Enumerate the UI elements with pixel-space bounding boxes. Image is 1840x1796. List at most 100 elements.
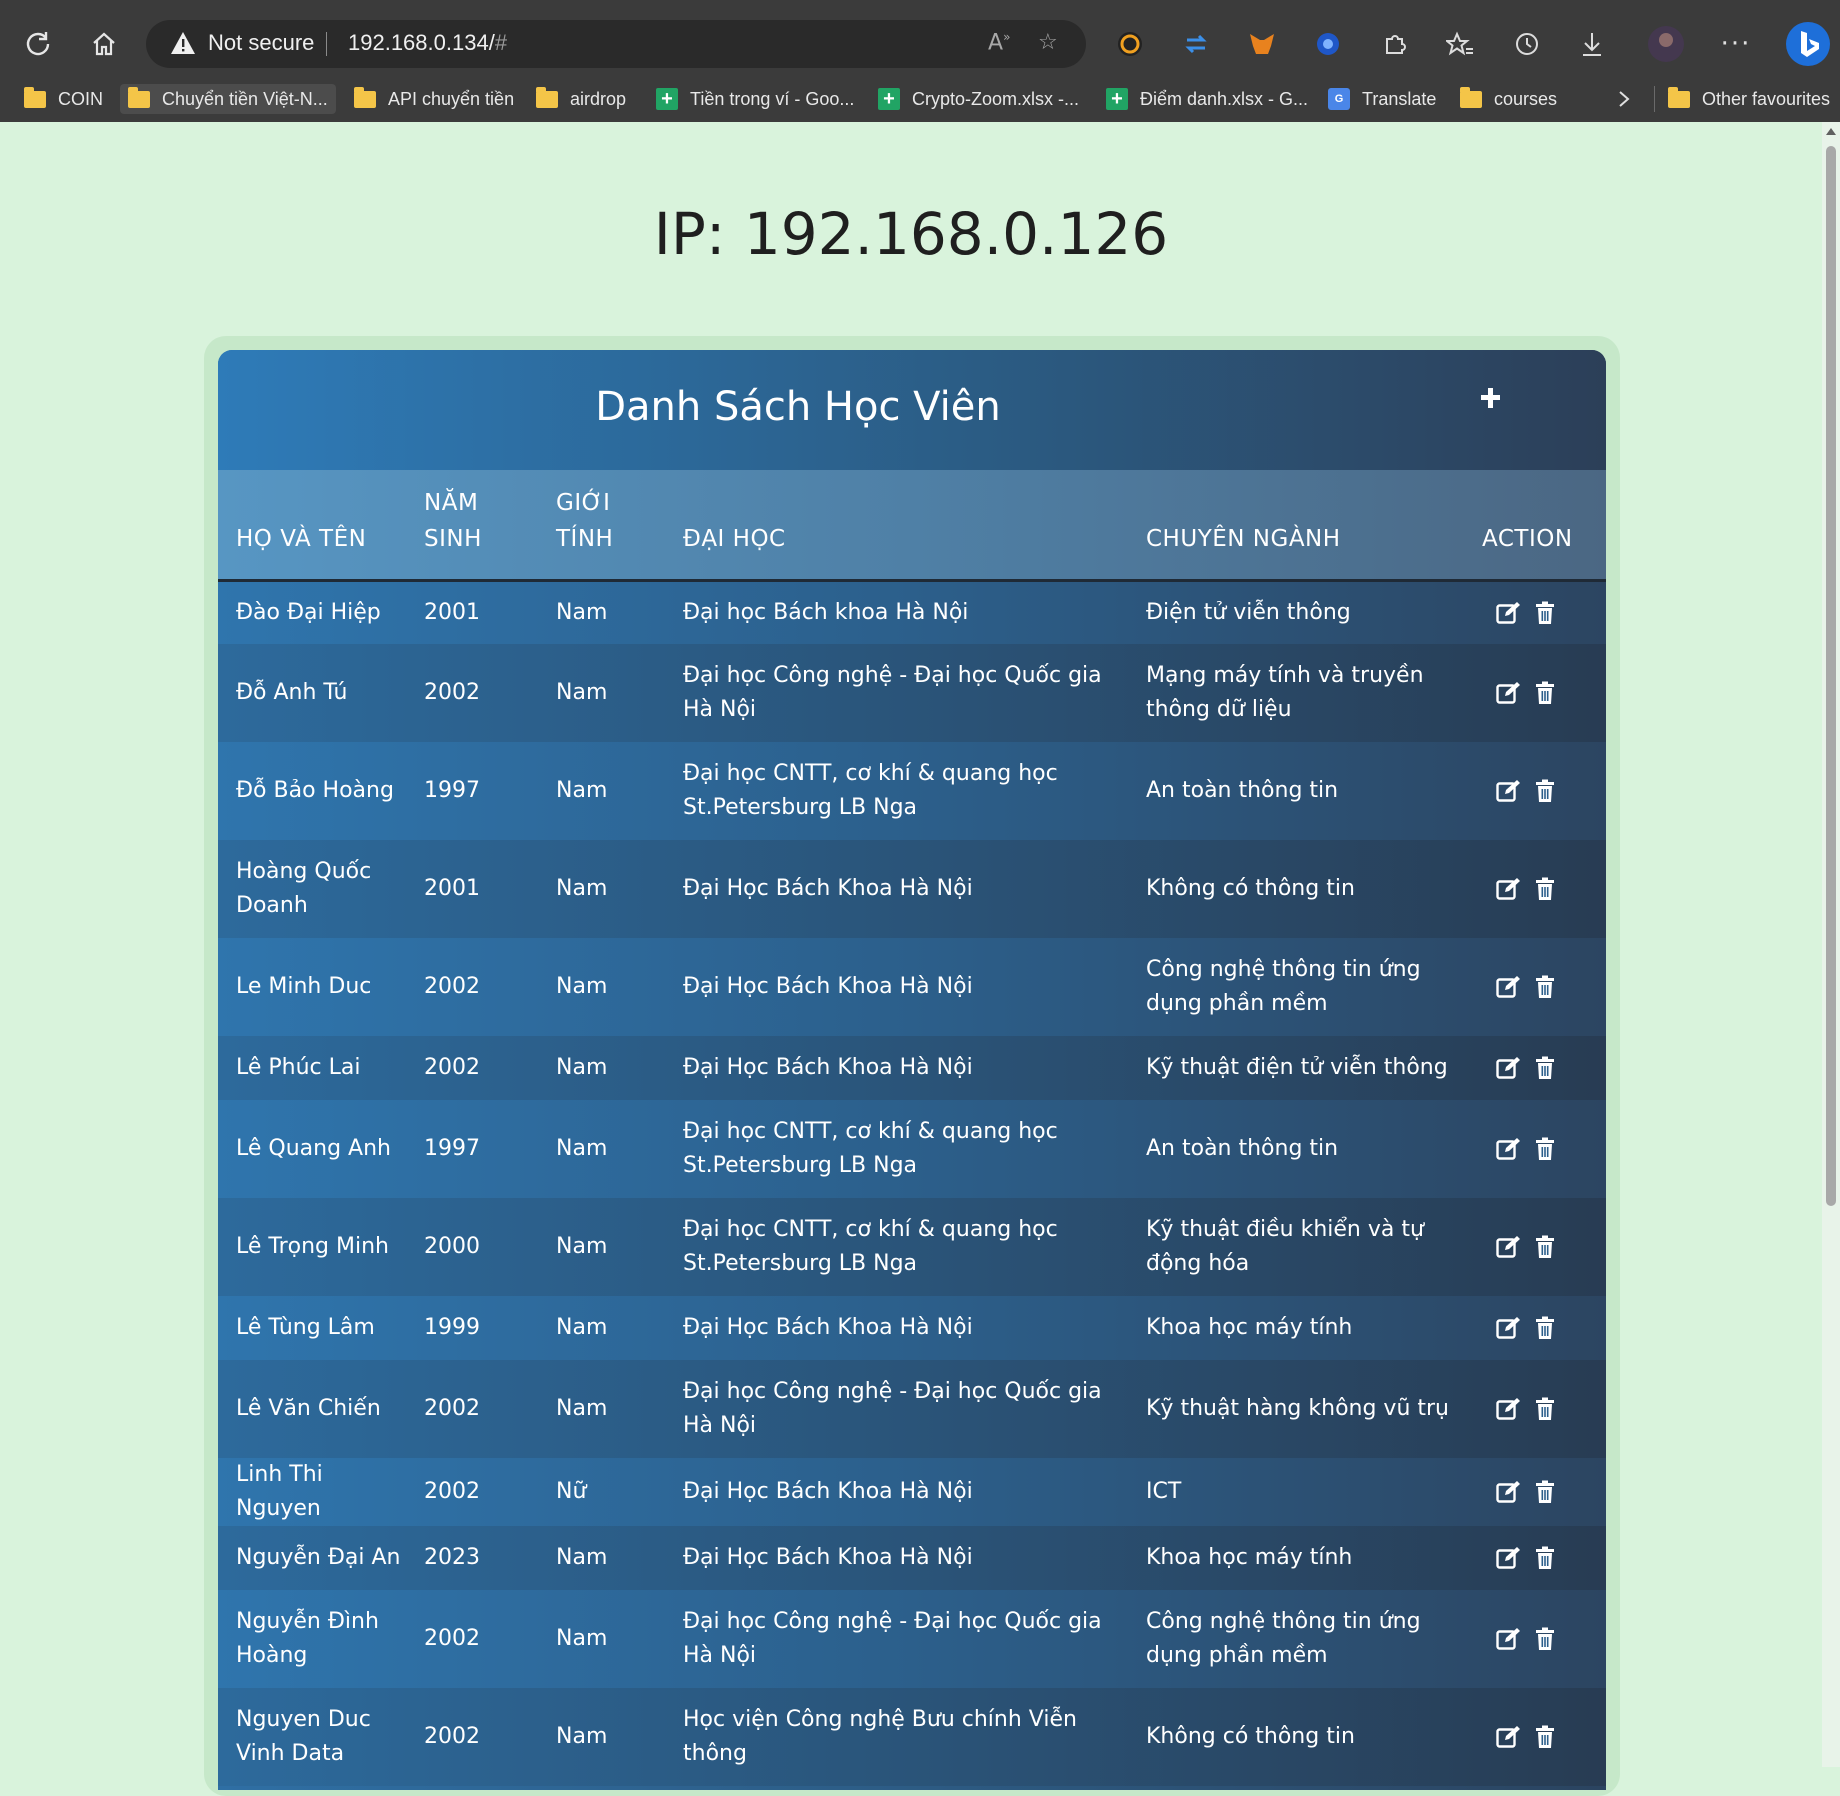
trash-icon[interactable] <box>1532 1480 1558 1504</box>
cell-university: Đại học CNTT, cơ khí & quang học St.Pete… <box>665 1100 1128 1198</box>
trash-icon[interactable] <box>1532 1056 1558 1080</box>
edit-icon[interactable] <box>1496 1235 1522 1259</box>
trash-icon[interactable] <box>1532 1397 1558 1421</box>
edit-icon[interactable] <box>1496 1056 1522 1080</box>
cell-name: Lê Phúc Lai <box>218 1036 406 1100</box>
header-name[interactable]: HỌ VÀ TÊN <box>218 470 406 582</box>
cell-name: Lê Trọng Minh <box>218 1198 406 1296</box>
page-scrollbar[interactable] <box>1822 122 1840 1767</box>
metamask-icon[interactable] <box>1242 24 1282 64</box>
trash-icon[interactable] <box>1532 1235 1558 1259</box>
header-year[interactable]: NĂM SINH <box>406 470 538 582</box>
student-name: Lê Trọng Minh <box>236 1234 389 1259</box>
edit-icon[interactable] <box>1496 1546 1522 1570</box>
header-gender[interactable]: GIỚI TÍNH <box>538 470 665 582</box>
university: Đại học CNTT, cơ khí & quang học St.Pete… <box>683 761 1058 820</box>
address-divider <box>326 32 327 56</box>
extensions-icon[interactable] <box>1374 24 1414 64</box>
edit-icon[interactable] <box>1496 1480 1522 1504</box>
bookmark-diem-danh[interactable]: + Điểm danh.xlsx - G... <box>1106 84 1308 114</box>
trash-icon[interactable] <box>1532 1627 1558 1651</box>
trash-icon[interactable] <box>1532 1316 1558 1340</box>
trash-icon[interactable] <box>1532 1137 1558 1161</box>
gender: Nam <box>556 1545 608 1570</box>
edit-icon[interactable] <box>1496 601 1522 625</box>
edit-icon[interactable] <box>1496 1397 1522 1421</box>
favorites-icon[interactable] <box>1440 24 1480 64</box>
bookmark-tien-trong-vi[interactable]: + Tiền trong ví - Goo... <box>656 84 854 114</box>
student-name: Linh Thi Nguyen <box>236 1462 323 1521</box>
bookmark-translate[interactable]: G Translate <box>1328 84 1436 114</box>
bookmark-crypto-zoom[interactable]: + Crypto-Zoom.xlsx -... <box>878 84 1079 114</box>
history-icon[interactable] <box>1506 24 1546 64</box>
read-aloud-icon[interactable]: A» <box>988 30 1010 55</box>
bookmark-other-favourites[interactable]: Other favourites <box>1668 84 1830 114</box>
student-name: Lê Tùng Lâm <box>236 1315 375 1340</box>
add-student-button[interactable] <box>1476 384 1506 414</box>
trash-icon[interactable] <box>1532 1725 1558 1749</box>
edit-icon[interactable] <box>1496 779 1522 803</box>
trash-icon[interactable] <box>1532 681 1558 705</box>
table-header-row: HỌ VÀ TÊN NĂM SINH GIỚI TÍNH ĐẠI HỌC CHU… <box>218 470 1606 582</box>
scroll-up-arrow-icon[interactable] <box>1826 128 1836 135</box>
header-university[interactable]: ĐẠI HỌC <box>665 470 1128 582</box>
cell-name: Lê Văn Chiến <box>218 1360 406 1458</box>
url-text[interactable]: 192.168.0.134/# <box>348 30 507 56</box>
bing-icon[interactable] <box>1784 20 1832 68</box>
bookmark-courses[interactable]: courses <box>1460 84 1557 114</box>
cell-name: Linh Thi Nguyen <box>218 1458 406 1526</box>
cell-year: 2002 <box>406 644 538 742</box>
bookmark-airdrop[interactable]: airdrop <box>536 84 626 114</box>
bookmarks-bar: COIN Chuyển tiền Việt-N... API chuyển ti… <box>0 76 1840 123</box>
scroll-thumb[interactable] <box>1826 146 1836 1206</box>
major: Không có thông tin <box>1146 1724 1355 1749</box>
address-bar[interactable]: Not secure 192.168.0.134/# A» ☆ <box>146 20 1086 68</box>
folder-icon <box>536 86 558 108</box>
edit-icon[interactable] <box>1496 1316 1522 1340</box>
cell-university: Đại học Bách khoa Hà Nội <box>665 580 1128 644</box>
edit-icon[interactable] <box>1496 877 1522 901</box>
edit-icon[interactable] <box>1496 1137 1522 1161</box>
bookmark-coin[interactable]: COIN <box>24 84 103 114</box>
home-icon[interactable] <box>80 20 128 68</box>
bookmark-api[interactable]: API chuyển tiền <box>354 84 514 114</box>
cell-action <box>1464 1100 1606 1198</box>
cell-university: Đại Học Bách Khoa Hà Nội <box>665 1296 1128 1360</box>
cell-major: ICT <box>1128 1458 1464 1526</box>
edit-icon[interactable] <box>1496 975 1522 999</box>
cell-action <box>1464 1360 1606 1458</box>
edit-icon[interactable] <box>1496 681 1522 705</box>
cell-action <box>1464 580 1606 644</box>
bookmarks-overflow-chevron-icon[interactable] <box>1616 84 1632 114</box>
edit-icon[interactable] <box>1496 1725 1522 1749</box>
refresh-icon[interactable] <box>14 20 62 68</box>
bookmark-label: API chuyển tiền <box>388 88 515 109</box>
table-body: Đào Đại Hiệp 2001 Nam Đại học Bách khoa … <box>218 580 1606 1786</box>
trash-icon[interactable] <box>1532 601 1558 625</box>
header-label: ĐẠI HỌC <box>683 525 786 552</box>
trash-icon[interactable] <box>1532 877 1558 901</box>
birth-year: 1999 <box>424 1315 480 1340</box>
table-row: Lê Trọng Minh 2000 Nam Đại học CNTT, cơ … <box>218 1198 1606 1296</box>
birth-year: 2001 <box>424 599 480 625</box>
trash-icon[interactable] <box>1532 975 1558 999</box>
university: Đại Học Bách Khoa Hà Nội <box>683 876 973 901</box>
cell-university: Đại học CNTT, cơ khí & quang học St.Pete… <box>665 1198 1128 1296</box>
add-favorite-icon[interactable]: ☆ <box>1038 30 1058 55</box>
trash-icon[interactable] <box>1532 1546 1558 1570</box>
header-major[interactable]: CHUYÊN NGÀNH <box>1128 470 1464 582</box>
trash-icon[interactable] <box>1532 779 1558 803</box>
birth-year: 2000 <box>424 1234 480 1259</box>
security-label[interactable]: Not secure <box>208 30 314 56</box>
extension-1-icon[interactable] <box>1110 24 1150 64</box>
table-row: Đào Đại Hiệp 2001 Nam Đại học Bách khoa … <box>218 580 1606 644</box>
edit-icon[interactable] <box>1496 1627 1522 1651</box>
cell-university: Đại Học Bách Khoa Hà Nội <box>665 1458 1128 1526</box>
cell-university: Đại Học Bách Khoa Hà Nội <box>665 1036 1128 1100</box>
profile-avatar[interactable] <box>1646 24 1686 64</box>
bookmark-chuyen-tien[interactable]: Chuyển tiền Việt-N... <box>120 84 336 114</box>
extension-3-icon[interactable] <box>1308 24 1348 64</box>
downloads-icon[interactable] <box>1572 24 1612 64</box>
more-menu-icon[interactable]: ··· <box>1716 24 1756 64</box>
extension-2-icon[interactable] <box>1176 24 1216 64</box>
